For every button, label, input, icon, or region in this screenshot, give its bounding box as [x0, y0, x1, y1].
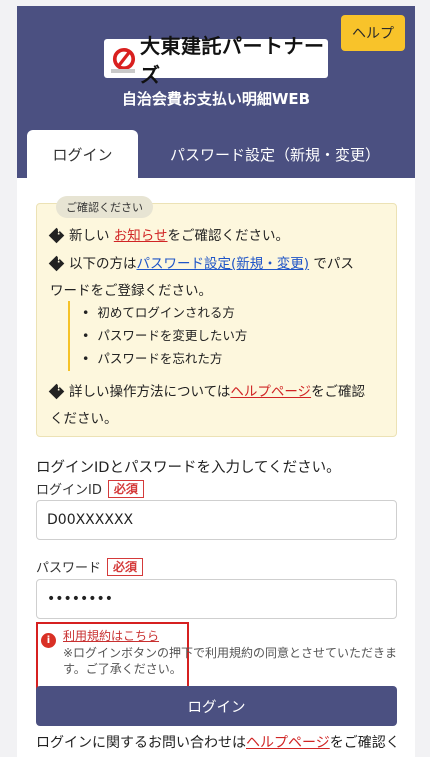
help-page-link[interactable]: ヘルプページ — [230, 384, 311, 400]
news-link[interactable]: お知らせ — [114, 228, 168, 244]
header: ヘルプ 大東建託パートナーズ 自治会費お支払い明細WEB ログイン パスワード設… — [17, 6, 415, 178]
target-users-list: 初めてログインされる方 パスワードを変更したい方 パスワードを忘れた方 — [68, 301, 368, 371]
inquiry-text: をご確認く — [329, 735, 400, 751]
logo-subtext-mark — [111, 69, 135, 73]
notice-text: 以下の方は — [69, 256, 137, 272]
password-label: パスワード 必須 — [36, 557, 144, 576]
field-label-text: パスワード — [36, 561, 102, 576]
password-input[interactable]: •••••••• — [36, 579, 397, 619]
notice-text: をご確認 — [311, 384, 366, 400]
inquiry-line: ログインに関するお問い合わせはヘルプページをご確認く — [36, 732, 400, 752]
password-setup-link[interactable]: パスワード設定(新規・変更) — [137, 256, 310, 272]
login-instruction: ログインIDとパスワードを入力してください。 — [36, 460, 341, 476]
terms-link[interactable]: 利用規約はこちら — [63, 627, 159, 644]
notice-line-password: 以下の方はパスワード設定(新規・変更) でパス — [48, 252, 354, 272]
login-id-input[interactable]: D00XXXXXX — [36, 500, 397, 540]
notice-text: でパス — [313, 256, 354, 272]
company-logo: 大東建託パートナーズ — [104, 34, 328, 87]
warning-diamond-icon — [48, 227, 65, 244]
inquiry-help-link[interactable]: ヘルプページ — [246, 735, 330, 751]
notice-line-password-cont: ワードをご登録ください。 — [50, 283, 212, 299]
required-badge: 必須 — [107, 479, 144, 498]
info-alert-icon: i — [41, 633, 56, 648]
warning-diamond-icon — [48, 255, 65, 272]
warning-diamond-icon — [48, 383, 65, 400]
list-item: 初めてログインされる方 — [82, 301, 368, 324]
notice-line-help-cont: ください。 — [50, 411, 118, 427]
list-item: パスワードを忘れた方 — [82, 347, 368, 370]
notice-line-news: 新しい お知らせをご確認ください。 — [48, 224, 290, 244]
field-label-text: ログインID — [36, 483, 102, 498]
notice-text: 詳しい操作方法については — [69, 384, 231, 400]
inquiry-text: ログインに関するお問い合わせは — [36, 735, 246, 751]
notice-text: をご確認ください。 — [167, 228, 290, 244]
notice-text: 新しい — [69, 228, 110, 244]
logo-text: 大東建託パートナーズ — [139, 33, 325, 87]
terms-note: ※ログインボタンの押下で利用規約の同意とさせていただきます。ご了承ください。 — [63, 646, 398, 676]
logo-mark-icon — [112, 47, 136, 70]
tab-password-setup[interactable]: パスワード設定（新規・変更） — [145, 130, 405, 178]
help-button[interactable]: ヘルプ — [341, 15, 405, 51]
notice-badge: ご確認ください — [56, 196, 153, 218]
list-item: パスワードを変更したい方 — [82, 324, 368, 347]
required-badge: 必須 — [107, 557, 144, 576]
login-page: ヘルプ 大東建託パートナーズ 自治会費お支払い明細WEB ログイン パスワード設… — [17, 6, 415, 757]
login-button[interactable]: ログイン — [36, 686, 397, 726]
notice-line-help: 詳しい操作方法についてはヘルプページをご確認 — [48, 380, 366, 400]
app-title: 自治会費お支払い明細WEB — [121, 90, 311, 108]
tab-login[interactable]: ログイン — [27, 130, 138, 178]
login-id-label: ログインID 必須 — [36, 479, 144, 498]
